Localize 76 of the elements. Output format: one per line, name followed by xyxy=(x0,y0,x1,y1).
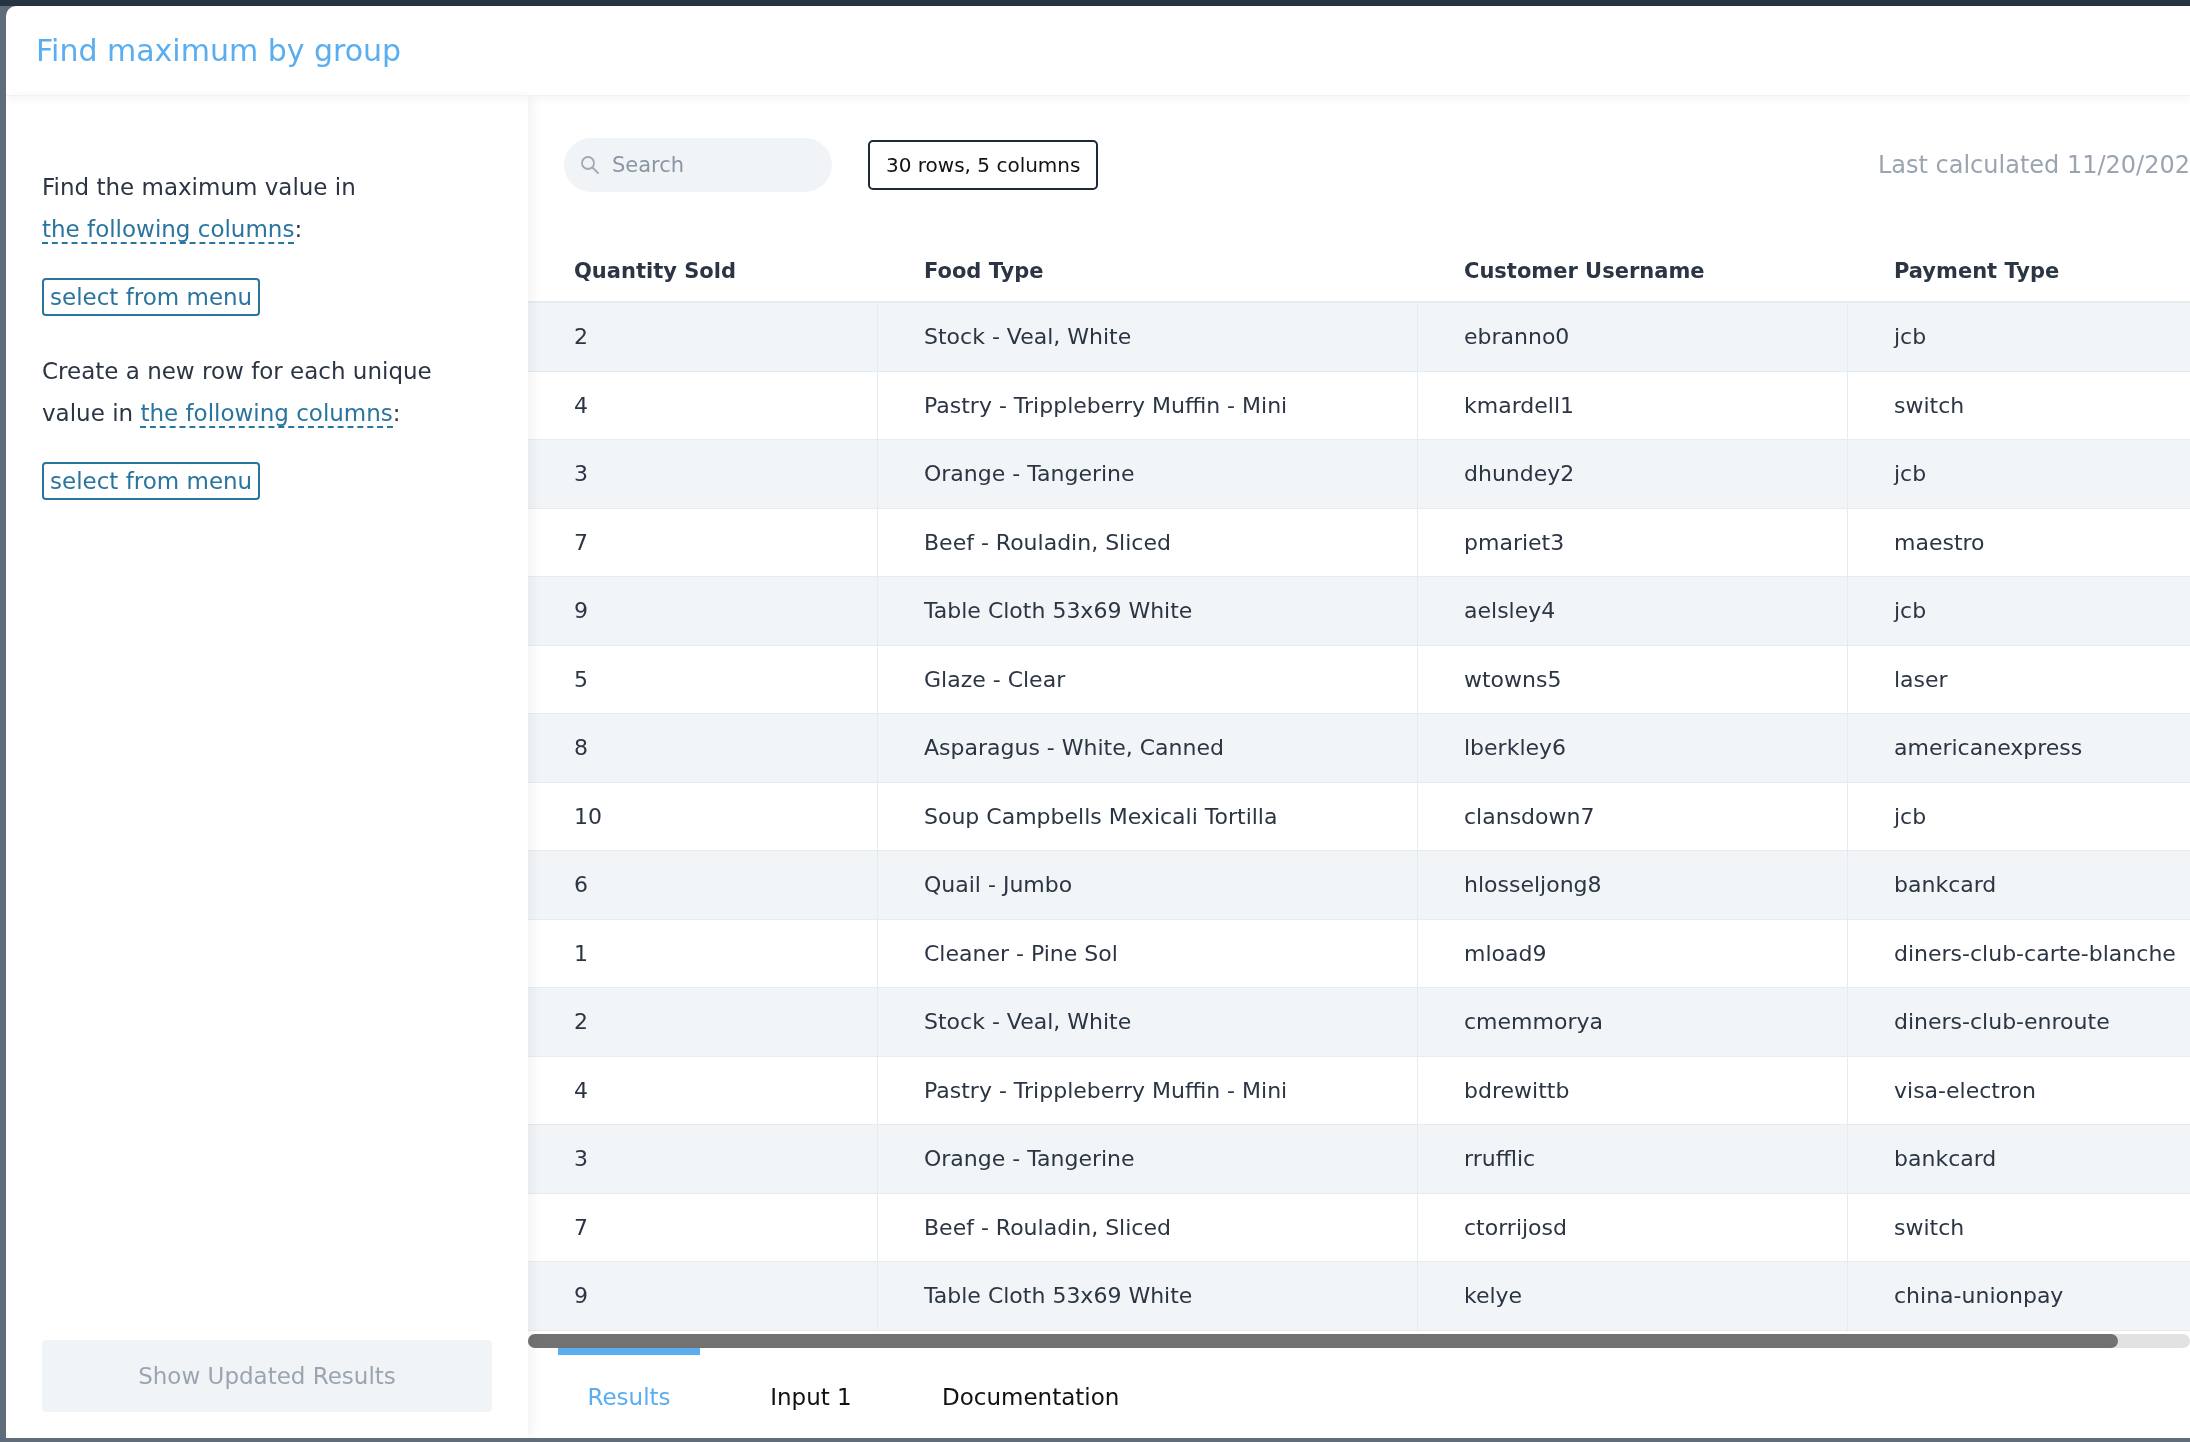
table-cell: 4 xyxy=(528,1056,878,1124)
table-cell: 9 xyxy=(528,577,878,645)
column-header[interactable]: Customer Username xyxy=(1418,241,1848,301)
table-cell: 4 xyxy=(528,371,878,439)
table-cell: pmariet3 xyxy=(1418,508,1848,576)
table-cell: 7 xyxy=(528,508,878,576)
last-calculated-text: Last calculated 11/20/202 xyxy=(1877,150,2190,179)
table-cell: Pastry - Trippleberry Muffin - Mini xyxy=(878,371,1418,439)
table-cell: 2 xyxy=(528,988,878,1056)
table-cell: bankcard xyxy=(1848,1125,2190,1193)
table-cell: bankcard xyxy=(1848,851,2190,919)
column-header[interactable]: Payment Type xyxy=(1848,241,2190,301)
table-cell: Stock - Veal, White xyxy=(878,303,1418,371)
table-cell: 10 xyxy=(528,782,878,850)
table-cell: laser xyxy=(1848,645,2190,713)
table-cell: switch xyxy=(1848,1193,2190,1261)
table-cell: kelye xyxy=(1418,1262,1848,1330)
table-cell: 8 xyxy=(528,714,878,782)
table-cell: jcb xyxy=(1848,440,2190,508)
table-cell: 3 xyxy=(528,1125,878,1193)
table-cell: jcb xyxy=(1848,303,2190,371)
select-menu-button[interactable]: select from menu xyxy=(42,462,261,500)
table-cell: 3 xyxy=(528,440,878,508)
table-cell: Cleaner - Pine Sol xyxy=(878,919,1418,987)
table-cell: jcb xyxy=(1848,577,2190,645)
table-cell: china-unionpay xyxy=(1848,1262,2190,1330)
table-cell: switch xyxy=(1848,371,2190,439)
row-count-badge: 30 rows, 5 columns xyxy=(868,139,1099,190)
table-cell: Glaze - Clear xyxy=(878,645,1418,713)
table-cell: visa-electron xyxy=(1848,1056,2190,1124)
table-cell: 2 xyxy=(528,303,878,371)
table-cell: 7 xyxy=(528,1193,878,1261)
table-cell: 5 xyxy=(528,645,878,713)
table-cell: mload9 xyxy=(1418,919,1848,987)
table-cell: Table Cloth 53x69 White xyxy=(878,577,1418,645)
page-title: Find maximum by group xyxy=(36,33,402,68)
table-cell: Orange - Tangerine xyxy=(878,440,1418,508)
column-link[interactable]: the following columns xyxy=(42,216,295,244)
instruction-text: Create a new row for each unique value in the following columns: xyxy=(42,357,433,430)
table-cell: ebranno0 xyxy=(1418,303,1848,371)
table-cell: cmemmorya xyxy=(1418,988,1848,1056)
tab[interactable]: Documentation xyxy=(922,1348,1140,1438)
table-cell: jcb xyxy=(1848,782,2190,850)
select-menu-button[interactable]: select from menu xyxy=(42,278,261,316)
table-cell: maestro xyxy=(1848,508,2190,576)
table-cell: rrufflic xyxy=(1418,1125,1848,1193)
table-cell: 1 xyxy=(528,919,878,987)
table-cell: diners-club-carte-blanche xyxy=(1848,919,2190,987)
table-cell: Beef - Rouladin, Sliced xyxy=(878,508,1418,576)
table-cell: Orange - Tangerine xyxy=(878,1125,1418,1193)
table-cell: Quail - Jumbo xyxy=(878,851,1418,919)
table-cell: diners-club-enroute xyxy=(1848,988,2190,1056)
table-cell: Soup Campbells Mexicali Tortilla xyxy=(878,782,1418,850)
table-cell: americanexpress xyxy=(1848,714,2190,782)
table-cell: Table Cloth 53x69 White xyxy=(878,1262,1418,1330)
column-link[interactable]: the following columns xyxy=(140,400,393,428)
instruction-text: Find the maximum value in the following columns: xyxy=(42,173,357,246)
table-cell: Pastry - Trippleberry Muffin - Mini xyxy=(878,1056,1418,1124)
table-cell: wtowns5 xyxy=(1418,645,1848,713)
table-cell: kmardell1 xyxy=(1418,371,1848,439)
table-cell: aelsley4 xyxy=(1418,577,1848,645)
tab[interactable]: Input 1 xyxy=(740,1348,882,1438)
table-cell: lberkley6 xyxy=(1418,714,1848,782)
table-cell: dhundey2 xyxy=(1418,440,1848,508)
table-cell: Beef - Rouladin, Sliced xyxy=(878,1193,1418,1261)
column-header[interactable]: Food Type xyxy=(878,241,1418,301)
table-cell: Stock - Veal, White xyxy=(878,988,1418,1056)
table-cell: bdrewittb xyxy=(1418,1056,1848,1124)
table-cell: Asparagus - White, Canned xyxy=(878,714,1418,782)
table-cell: clansdown7 xyxy=(1418,782,1848,850)
table-cell: 9 xyxy=(528,1262,878,1330)
column-header[interactable]: Quantity Sold xyxy=(528,241,878,301)
table-cell: 6 xyxy=(528,851,878,919)
search-field[interactable]: Search xyxy=(564,137,832,192)
table-cell: ctorrijosd xyxy=(1418,1193,1848,1261)
table-cell: hlosseljong8 xyxy=(1418,851,1848,919)
